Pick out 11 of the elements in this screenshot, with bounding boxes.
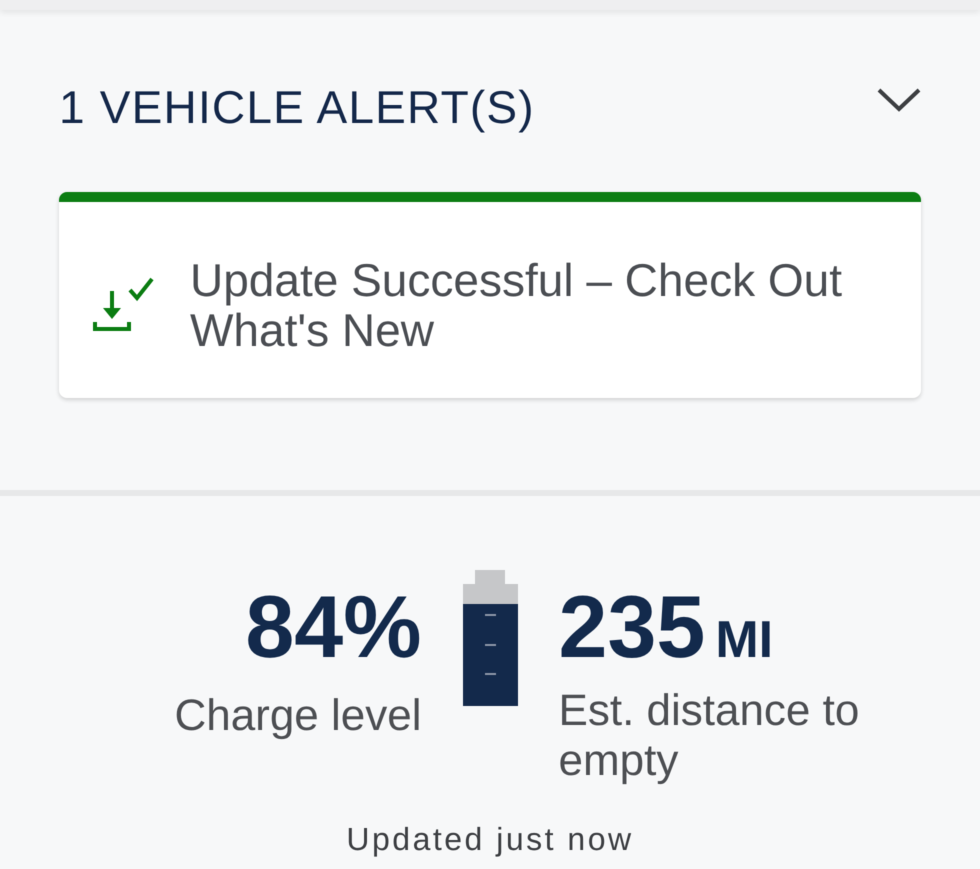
chevron-down-icon[interactable] — [877, 88, 921, 112]
charge-value: 84% — [245, 583, 422, 671]
range-value: 235 — [558, 583, 706, 671]
charge-label: Charge level — [174, 691, 422, 741]
alert-text: Update Successful – Check Out What's New — [190, 255, 843, 355]
alert-card[interactable]: Update Successful – Check Out What's New — [59, 192, 921, 398]
range-label: Est. distance to empty — [558, 686, 860, 786]
updated-text: Updated just now — [346, 821, 634, 857]
alerts-title: 1 VEHICLE ALERT(S) — [59, 82, 535, 132]
range-unit: MI — [715, 614, 774, 666]
download-check-icon — [92, 276, 156, 334]
